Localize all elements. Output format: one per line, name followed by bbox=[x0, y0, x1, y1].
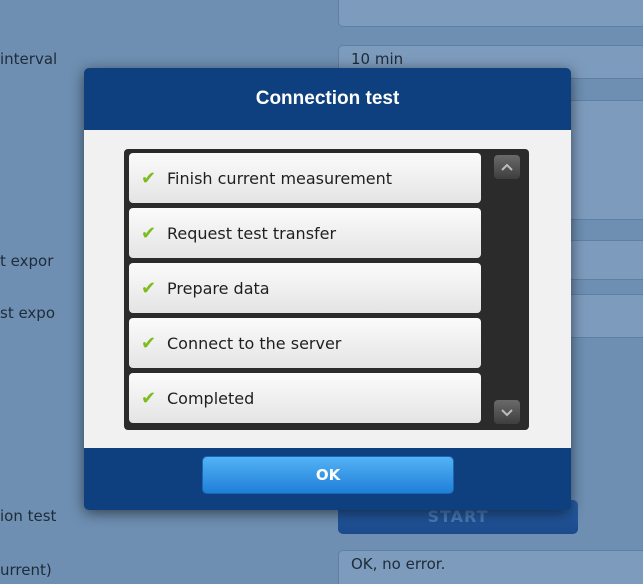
test-export-label: t expor bbox=[0, 252, 54, 270]
chevron-up-icon bbox=[501, 163, 513, 171]
dialog-title: Connection test bbox=[255, 88, 400, 109]
check-icon: ✔ bbox=[141, 332, 157, 354]
background-field-top bbox=[338, 0, 643, 27]
connection-test-dialog: Connection test ✔ Finish current measure… bbox=[84, 68, 571, 510]
steps-list: ✔ Finish current measurement ✔ Request t… bbox=[124, 149, 529, 430]
check-icon: ✔ bbox=[141, 277, 157, 299]
step-label: Prepare data bbox=[167, 278, 270, 298]
step-item-finish-measurement: ✔ Finish current measurement bbox=[129, 153, 481, 203]
check-icon: ✔ bbox=[141, 167, 157, 189]
dialog-footer: OK bbox=[84, 448, 571, 510]
step-label: Connect to the server bbox=[167, 333, 342, 353]
interval-label: interval bbox=[0, 50, 58, 68]
scroll-up-button[interactable] bbox=[494, 155, 520, 179]
status-field: OK, no error. bbox=[338, 550, 643, 584]
dialog-body: ✔ Finish current measurement ✔ Request t… bbox=[84, 130, 571, 448]
list-scrollbar[interactable] bbox=[488, 153, 524, 426]
step-label: Completed bbox=[167, 388, 255, 408]
step-item-request-transfer: ✔ Request test transfer bbox=[129, 208, 481, 258]
connection-test-label: ion test bbox=[0, 507, 57, 525]
step-item-prepare-data: ✔ Prepare data bbox=[129, 263, 481, 313]
ok-button[interactable]: OK bbox=[202, 456, 454, 494]
last-export-label: st expo bbox=[0, 304, 56, 322]
chevron-down-icon bbox=[501, 408, 513, 416]
step-label: Request test transfer bbox=[167, 223, 337, 243]
step-item-connect-server: ✔ Connect to the server bbox=[129, 318, 481, 368]
step-item-completed: ✔ Completed bbox=[129, 373, 481, 423]
scroll-down-button[interactable] bbox=[494, 400, 520, 424]
check-icon: ✔ bbox=[141, 222, 157, 244]
current-status-label: urrent) bbox=[0, 561, 52, 579]
step-label: Finish current measurement bbox=[167, 168, 393, 188]
check-icon: ✔ bbox=[141, 387, 157, 409]
